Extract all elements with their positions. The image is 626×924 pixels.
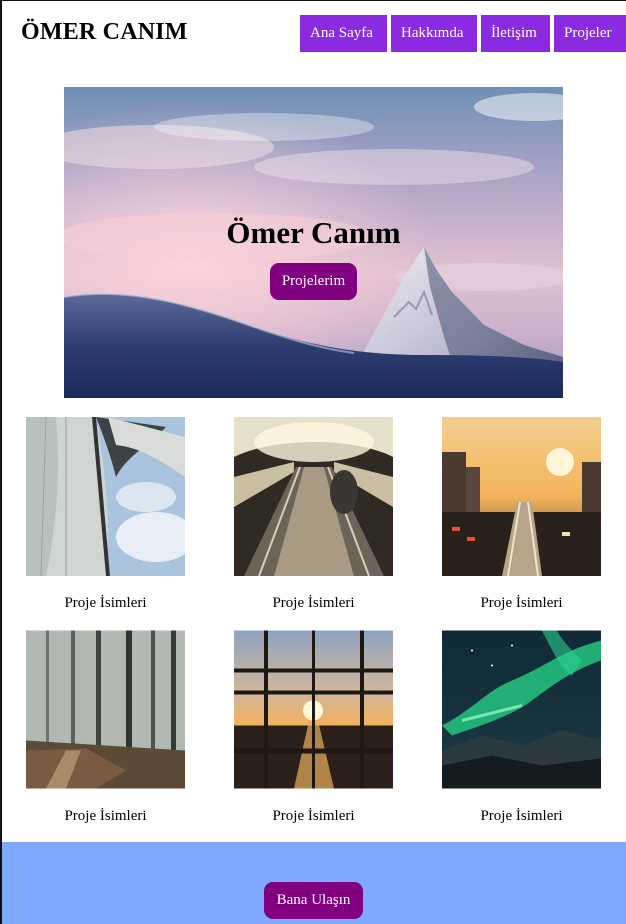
window-sunset-photo [234,630,393,789]
city-sunset-photo [442,417,601,576]
site-header: ÖMER CANIM Ana Sayfa Hakkımda İletişim P… [0,0,626,68]
sail-photo [26,417,185,576]
contact-me-button[interactable]: Bana Ulaşın [264,882,363,919]
project-card[interactable]: Proje İsimleri [234,417,393,611]
aurora-photo [442,630,601,789]
project-card[interactable]: Proje İsimleri [26,417,185,611]
nav-projects-button[interactable]: Projeler [554,15,626,52]
hero-banner: Ömer Canım Projelerim [64,87,563,398]
project-caption: Proje İsimleri [272,808,355,824]
escalator-tunnel-photo [234,417,393,576]
nav-home-button[interactable]: Ana Sayfa [300,15,387,52]
project-card[interactable]: Proje İsimleri [442,630,601,824]
nav-about-button[interactable]: Hakkımda [391,15,477,52]
project-caption: Proje İsimleri [64,808,147,824]
project-caption: Proje İsimleri [272,595,355,611]
main-nav: Ana Sayfa Hakkımda İletişim Projeler [300,15,626,52]
project-caption: Proje İsimleri [64,595,147,611]
project-card[interactable]: Proje İsimleri [234,630,393,824]
project-caption: Proje İsimleri [480,808,563,824]
project-card[interactable]: Proje İsimleri [26,630,185,824]
site-footer: Bana Ulaşın [0,842,626,924]
projects-cta-button[interactable]: Projelerim [270,263,357,300]
hero-title: Ömer Canım [226,215,401,250]
nav-contact-button[interactable]: İletişim [481,15,550,52]
foggy-forest-photo [26,630,185,789]
site-brand[interactable]: ÖMER CANIM [21,19,188,46]
project-card[interactable]: Proje İsimleri [442,417,601,611]
project-caption: Proje İsimleri [480,595,563,611]
